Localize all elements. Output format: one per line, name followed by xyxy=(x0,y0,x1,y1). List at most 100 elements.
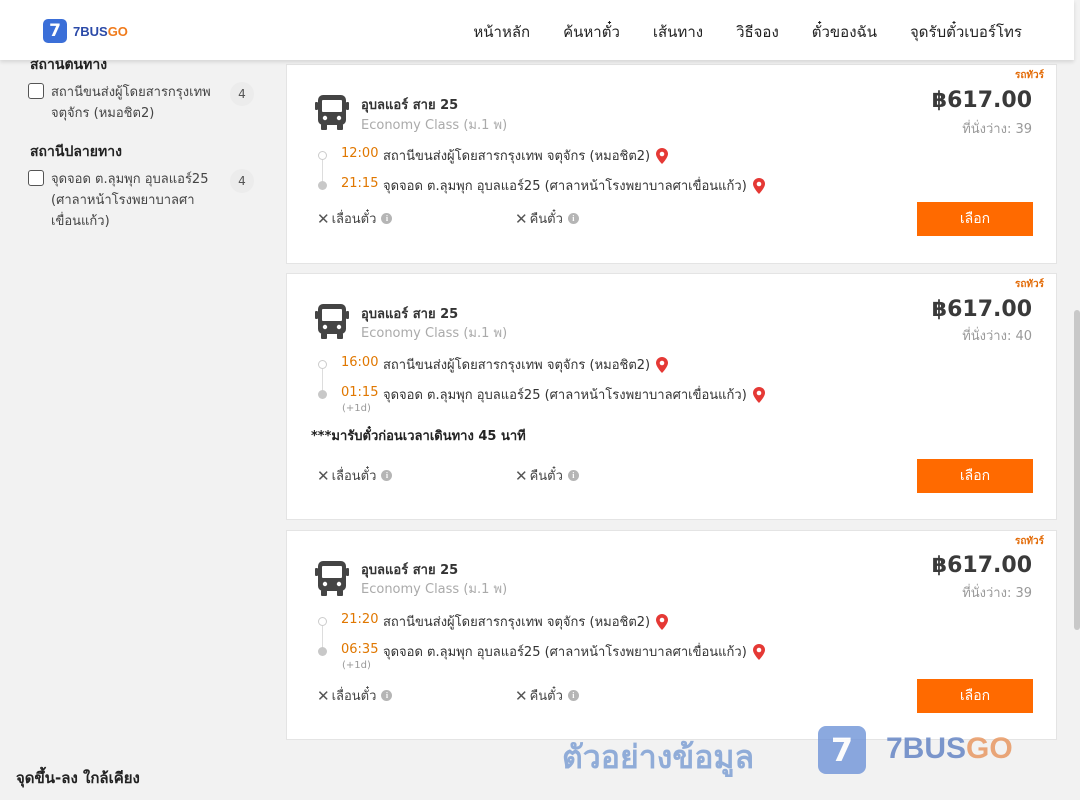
ticket-price: ฿617.00 xyxy=(931,88,1032,113)
arrival-stop-label: จุดจอด ต.ลุมพุก อุบลแอร์25 (ศาลาหน้าโรงพ… xyxy=(383,388,747,403)
refund-label: คืนตั๋ว xyxy=(529,212,563,227)
map-pin-icon[interactable] xyxy=(752,386,765,403)
refund-policy[interactable]: ✕ คืนตั๋ว i xyxy=(515,685,579,706)
departure-stop-label: สถานีขนส่งผู้โดยสารกรุงเทพ จตุจักร (หมอช… xyxy=(383,615,651,630)
timeline-line xyxy=(322,625,323,649)
departure-dot xyxy=(318,360,327,369)
nearby-stops-title: จุดขึ้น-ลง ใกล้เคียง xyxy=(16,769,140,787)
map-pin-icon[interactable] xyxy=(752,177,765,194)
reschedule-policy[interactable]: ✕ เลื่อนตั๋ว i xyxy=(317,208,393,229)
departure-time: 12:00 xyxy=(341,146,379,161)
refund-label: คืนตั๋ว xyxy=(529,689,563,704)
x-icon: ✕ xyxy=(317,209,330,228)
nav-pickup-points[interactable]: จุดรับตั๋วเบอร์โทร xyxy=(910,20,1022,44)
info-icon[interactable]: i xyxy=(567,470,579,481)
info-icon[interactable]: i xyxy=(381,213,393,224)
arrival-time: 01:15 xyxy=(341,385,379,400)
x-icon: ✕ xyxy=(317,686,330,705)
trip-card: รถทัวร์ อุบลแอร์ สาย 25 Economy Class (ม… xyxy=(286,64,1057,264)
info-icon[interactable]: i xyxy=(567,213,579,224)
nav-how-to-book[interactable]: วิธีจอง xyxy=(736,20,779,44)
select-button[interactable]: เลือก xyxy=(917,202,1033,236)
destination-checkbox[interactable] xyxy=(28,170,44,186)
next-day-indicator: (+1d) xyxy=(342,403,371,414)
nav-my-tickets[interactable]: ตั๋วของฉัน xyxy=(812,20,877,44)
bus-type-tag: รถทัวร์ xyxy=(1014,279,1044,290)
origin-filter-label: สถานีขนส่งผู้โดยสารกรุงเทพ จตุจักร (หมอช… xyxy=(51,85,211,121)
watermark-brand: 7BUSGO xyxy=(886,732,1013,765)
departure-dot xyxy=(318,617,327,626)
seats-available: ที่นั่งว่าง: 39 xyxy=(962,122,1032,137)
arrival-stop: จุดจอด ต.ลุมพุก อุบลแอร์25 (ศาลาหน้าโรงพ… xyxy=(383,175,765,196)
main-nav: หน้าหลัก ค้นหาตั๋ว เส้นทาง วิธีจอง ตั๋วข… xyxy=(473,20,1022,44)
destination-filter-title: สถานีปลายทาง xyxy=(30,144,122,160)
trip-card: รถทัวร์ อุบลแอร์ สาย 25 Economy Class (ม… xyxy=(286,273,1057,520)
origin-count-badge: 4 xyxy=(230,82,254,106)
bus-type-tag: รถทัวร์ xyxy=(1014,536,1044,547)
seats-available: ที่นั่งว่าง: 39 xyxy=(962,586,1032,601)
nav-routes[interactable]: เส้นทาง xyxy=(653,20,703,44)
map-pin-icon[interactable] xyxy=(752,643,765,660)
company-name: อุบลแอร์ สาย 25 xyxy=(361,563,459,578)
x-icon: ✕ xyxy=(317,466,330,485)
reschedule-label: เลื่อนตั๋ว xyxy=(331,212,377,227)
nav-home[interactable]: หน้าหลัก xyxy=(473,20,530,44)
x-icon: ✕ xyxy=(515,209,528,228)
nav-search-tickets[interactable]: ค้นหาตั๋ว xyxy=(563,20,620,44)
arrival-time: 06:35 xyxy=(341,642,379,657)
destination-filter-label: จุดจอด ต.ลุมพุก อุบลแอร์25 (ศาลาหน้าโรงพ… xyxy=(51,172,209,229)
reschedule-label: เลื่อนตั๋ว xyxy=(331,469,377,484)
arrival-dot xyxy=(318,390,327,399)
map-pin-icon[interactable] xyxy=(656,613,669,630)
refund-label: คืนตั๋ว xyxy=(529,469,563,484)
bus-icon xyxy=(315,304,349,339)
x-icon: ✕ xyxy=(515,686,528,705)
scroll-thumb[interactable] xyxy=(1074,310,1080,630)
ticket-price: ฿617.00 xyxy=(931,297,1032,322)
select-button[interactable]: เลือก xyxy=(917,459,1033,493)
arrival-dot xyxy=(318,647,327,656)
origin-checkbox[interactable] xyxy=(28,83,44,99)
info-icon[interactable]: i xyxy=(381,690,393,701)
origin-filter-option[interactable]: สถานีขนส่งผู้โดยสารกรุงเทพ จตุจักร (หมอช… xyxy=(28,82,258,124)
refund-policy[interactable]: ✕ คืนตั๋ว i xyxy=(515,208,579,229)
logo[interactable]: 7 7BUSGO xyxy=(43,19,128,43)
departure-time: 16:00 xyxy=(341,355,379,370)
bus-class: Economy Class (ม.1 พ) xyxy=(361,582,508,597)
departure-time: 21:20 xyxy=(341,612,379,627)
ticket-price: ฿617.00 xyxy=(931,553,1032,578)
next-day-indicator: (+1d) xyxy=(342,660,371,671)
info-icon[interactable]: i xyxy=(567,690,579,701)
map-pin-icon[interactable] xyxy=(656,147,669,164)
arrival-stop: จุดจอด ต.ลุมพุก อุบลแอร์25 (ศาลาหน้าโรงพ… xyxy=(383,641,765,662)
bus-icon xyxy=(315,561,349,596)
departure-stop-label: สถานีขนส่งผู้โดยสารกรุงเทพ จตุจักร (หมอช… xyxy=(383,149,651,164)
logo-mark: 7 xyxy=(43,19,67,43)
info-icon[interactable]: i xyxy=(381,470,393,481)
map-pin-icon[interactable] xyxy=(656,356,669,373)
top-header: 7 7BUSGO หน้าหลัก ค้นหาตั๋ว เส้นทาง วิธี… xyxy=(0,0,1074,60)
bus-type-tag: รถทัวร์ xyxy=(1014,70,1044,81)
reschedule-policy[interactable]: ✕ เลื่อนตั๋ว i xyxy=(317,685,393,706)
company-name: อุบลแอร์ สาย 25 xyxy=(361,98,459,113)
arrival-stop-label: จุดจอด ต.ลุมพุก อุบลแอร์25 (ศาลาหน้าโรงพ… xyxy=(383,645,747,660)
page-scrollbar[interactable] xyxy=(1074,0,1080,800)
seats-available: ที่นั่งว่าง: 40 xyxy=(962,329,1032,344)
reschedule-policy[interactable]: ✕ เลื่อนตั๋ว i xyxy=(317,465,393,486)
trip-note: ***มารับตั๋วก่อนเวลาเดินทาง 45 นาที xyxy=(311,429,526,444)
departure-dot xyxy=(318,151,327,160)
destination-count-badge: 4 xyxy=(230,169,254,193)
timeline-line xyxy=(322,368,323,392)
watermark-logo: 7 xyxy=(818,726,866,774)
select-button[interactable]: เลือก xyxy=(917,679,1033,713)
trip-card: รถทัวร์ อุบลแอร์ สาย 25 Economy Class (ม… xyxy=(286,530,1057,740)
bus-class: Economy Class (ม.1 พ) xyxy=(361,118,508,133)
arrival-stop: จุดจอด ต.ลุมพุก อุบลแอร์25 (ศาลาหน้าโรงพ… xyxy=(383,384,765,405)
destination-filter-option[interactable]: จุดจอด ต.ลุมพุก อุบลแอร์25 (ศาลาหน้าโรงพ… xyxy=(28,169,258,232)
arrival-time: 21:15 xyxy=(341,176,379,191)
refund-policy[interactable]: ✕ คืนตั๋ว i xyxy=(515,465,579,486)
bus-icon xyxy=(315,95,349,130)
departure-stop-label: สถานีขนส่งผู้โดยสารกรุงเทพ จตุจักร (หมอช… xyxy=(383,358,651,373)
logo-text: 7BUSGO xyxy=(73,23,128,39)
timeline-line xyxy=(322,159,323,183)
